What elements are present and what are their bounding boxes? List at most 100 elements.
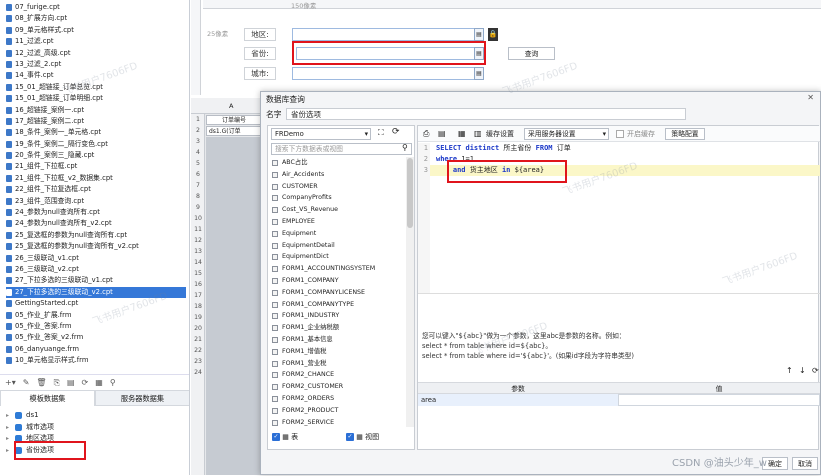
file-item[interactable]: 26_三级联动_v2.cpt xyxy=(6,264,186,275)
enable-cache-checkbox[interactable] xyxy=(616,130,624,138)
file-item[interactable]: 16_超链接_案例一.cpt xyxy=(6,105,186,116)
edit-connection-icon[interactable]: ⛶ xyxy=(378,128,384,138)
file-item[interactable]: 05_作业_答案_v2.frm xyxy=(6,332,186,343)
preview-icon[interactable]: ⎙ xyxy=(423,129,429,139)
file-item[interactable]: 20_条件_案例三_隐藏.cpt xyxy=(6,150,186,161)
row-number[interactable]: 9 xyxy=(191,204,205,211)
cache-mode-select[interactable]: 采用服务器设置 ▾ xyxy=(524,128,609,140)
table-item[interactable]: EquipmentDict xyxy=(270,251,406,263)
file-item[interactable]: 17_超链接_案例二.cpt xyxy=(6,116,186,127)
table-item[interactable]: ABC占比 xyxy=(270,157,406,169)
table-item[interactable]: FORM1_COMPANYLICENSE xyxy=(270,287,406,299)
table-item[interactable]: FORM1_营业税 xyxy=(270,358,406,370)
file-item[interactable]: 12_过滤_高级.cpt xyxy=(6,48,186,59)
file-item[interactable]: 07_furige.cpt xyxy=(6,2,186,13)
row-number[interactable]: 16 xyxy=(191,281,205,288)
file-item[interactable]: 11_过滤.cpt xyxy=(6,36,186,47)
cell-a1[interactable]: 订单编号 xyxy=(206,115,262,125)
cache-setting-label[interactable]: 缓存设置 xyxy=(486,129,514,139)
row-number[interactable]: 20 xyxy=(191,325,205,332)
dataset-item[interactable]: ▸ 城市选项 xyxy=(6,422,186,434)
row-number[interactable]: 19 xyxy=(191,314,205,321)
row-number[interactable]: 3 xyxy=(191,138,205,145)
table-item[interactable]: Cost_VS_Revenue xyxy=(270,204,406,216)
file-item[interactable]: 21_组件_下拉框.cpt xyxy=(6,161,186,172)
table-item[interactable]: EMPLOYEE xyxy=(270,216,406,228)
dropdown-icon[interactable]: ▤ xyxy=(474,67,484,80)
table-item[interactable]: FORM2_CUSTOMER xyxy=(270,381,406,393)
row-number[interactable]: 11 xyxy=(191,226,205,233)
file-item[interactable]: 25_复选框的参数为null查询所有.cpt xyxy=(6,230,186,241)
file-item[interactable]: 27_下拉多选的三级联动_v1.cpt xyxy=(6,275,186,286)
dropdown-icon[interactable]: ▤ xyxy=(474,28,484,41)
file-item[interactable]: 15_01_超链接_订单明细.cpt xyxy=(6,93,186,104)
table-item[interactable]: FORM1_企业纳税额 xyxy=(270,322,406,334)
file-item[interactable]: 10_单元格显示样式.frm xyxy=(6,355,186,366)
cache-icon[interactable]: ▥ xyxy=(474,129,482,138)
dataset-item[interactable]: ▸ ds1 xyxy=(6,410,186,422)
move-down-icon[interactable]: ↓ xyxy=(799,366,806,375)
table-item[interactable]: Equipment xyxy=(270,228,406,240)
file-item[interactable]: GettingStarted.cpt xyxy=(6,298,186,309)
file-item[interactable]: 25_复选框的参数为null查询所有_v2.cpt xyxy=(6,241,186,252)
cell-a2[interactable]: ds1.G(订单 xyxy=(206,126,262,136)
table-item[interactable]: EquipmentDetail xyxy=(270,240,406,252)
expand-icon[interactable]: ▸ xyxy=(6,433,9,445)
expand-icon[interactable]: ▸ xyxy=(6,445,9,457)
parameter-row[interactable]: area xyxy=(418,394,820,406)
row-number[interactable]: 23 xyxy=(191,358,205,365)
city-combo[interactable] xyxy=(292,67,484,80)
column-a-header[interactable]: A xyxy=(229,102,233,110)
file-item[interactable]: 24_参数为null查询所有.cpt xyxy=(6,207,186,218)
table-item[interactable]: FORM1_COMPANY xyxy=(270,275,406,287)
connection-select[interactable]: FRDemo ▾ xyxy=(271,128,371,140)
search-icon[interactable]: ⚲ xyxy=(402,143,408,152)
row-number[interactable]: 18 xyxy=(191,303,205,310)
checkbox-view[interactable]: ✓ xyxy=(346,433,354,441)
file-item[interactable]: 19_条件_案例二_隔行变色.cpt xyxy=(6,139,186,150)
file-item[interactable]: 09_单元格样式.cpt xyxy=(6,25,186,36)
row-number[interactable]: 21 xyxy=(191,336,205,343)
add-icon[interactable]: +▾ xyxy=(5,378,16,387)
file-item[interactable]: 24_参数为null查询所有_v2.cpt xyxy=(6,218,186,229)
table-item[interactable]: FORM2_CHANCE xyxy=(270,369,406,381)
refresh-icon[interactable]: ⟳ xyxy=(82,378,89,387)
delete-icon[interactable]: 🗑 xyxy=(36,378,46,387)
table-item[interactable]: Air_Accidents xyxy=(270,169,406,181)
row-number[interactable]: 7 xyxy=(191,182,205,189)
tab-server-dataset[interactable]: 服务器数据集 xyxy=(95,390,189,406)
lock-icon[interactable]: 🔒 xyxy=(488,28,498,41)
file-item[interactable]: 05_作业_扩展.frm xyxy=(6,310,186,321)
row-number[interactable]: 2 xyxy=(191,127,205,134)
refresh-params-icon[interactable]: ⟳ xyxy=(812,366,819,375)
close-icon[interactable]: ✕ xyxy=(807,93,814,102)
row-number[interactable]: 4 xyxy=(191,149,205,156)
file-item[interactable]: 22_组件_下拉复选框.cpt xyxy=(6,184,186,195)
preview-icon[interactable]: ▦ xyxy=(95,378,103,387)
table-item[interactable]: CompanyProfits xyxy=(270,192,406,204)
row-number[interactable]: 24 xyxy=(191,369,205,376)
table-icon[interactable]: ▦ xyxy=(458,129,466,138)
file-item[interactable]: 18_条件_案例一_单元格.cpt xyxy=(6,127,186,138)
expand-icon[interactable]: ▸ xyxy=(6,410,9,422)
row-number[interactable]: 10 xyxy=(191,215,205,222)
scrollbar[interactable] xyxy=(406,157,414,427)
table-item[interactable]: FORM1_COMPANYTYPE xyxy=(270,299,406,311)
row-number[interactable]: 6 xyxy=(191,171,205,178)
table-item[interactable]: FORM2_ORDERS xyxy=(270,393,406,405)
refresh-icon[interactable]: ⟳ xyxy=(392,127,400,137)
table-item[interactable]: FORM1_ACCOUNTINGSYSTEM xyxy=(270,263,406,275)
row-number[interactable]: 12 xyxy=(191,237,205,244)
server-icon[interactable]: ▤ xyxy=(67,378,75,387)
name-input[interactable]: 省份选项 xyxy=(286,108,686,120)
table-item[interactable]: FORM1_基本信息 xyxy=(270,334,406,346)
file-item[interactable]: 06_danyuange.frm xyxy=(6,344,186,355)
strategy-button[interactable]: 策略配置 xyxy=(665,128,705,140)
parameter-value-input[interactable] xyxy=(618,394,820,406)
file-item[interactable]: 14_事件.cpt xyxy=(6,70,186,81)
table-item[interactable]: CUSTOMER xyxy=(270,181,406,193)
table-search-input[interactable]: 搜索下方数据表或视图 xyxy=(271,143,412,155)
file-item[interactable]: 08_扩展方向.cpt xyxy=(6,13,186,24)
checkbox-table[interactable]: ✓ xyxy=(272,433,280,441)
row-number[interactable]: 15 xyxy=(191,270,205,277)
